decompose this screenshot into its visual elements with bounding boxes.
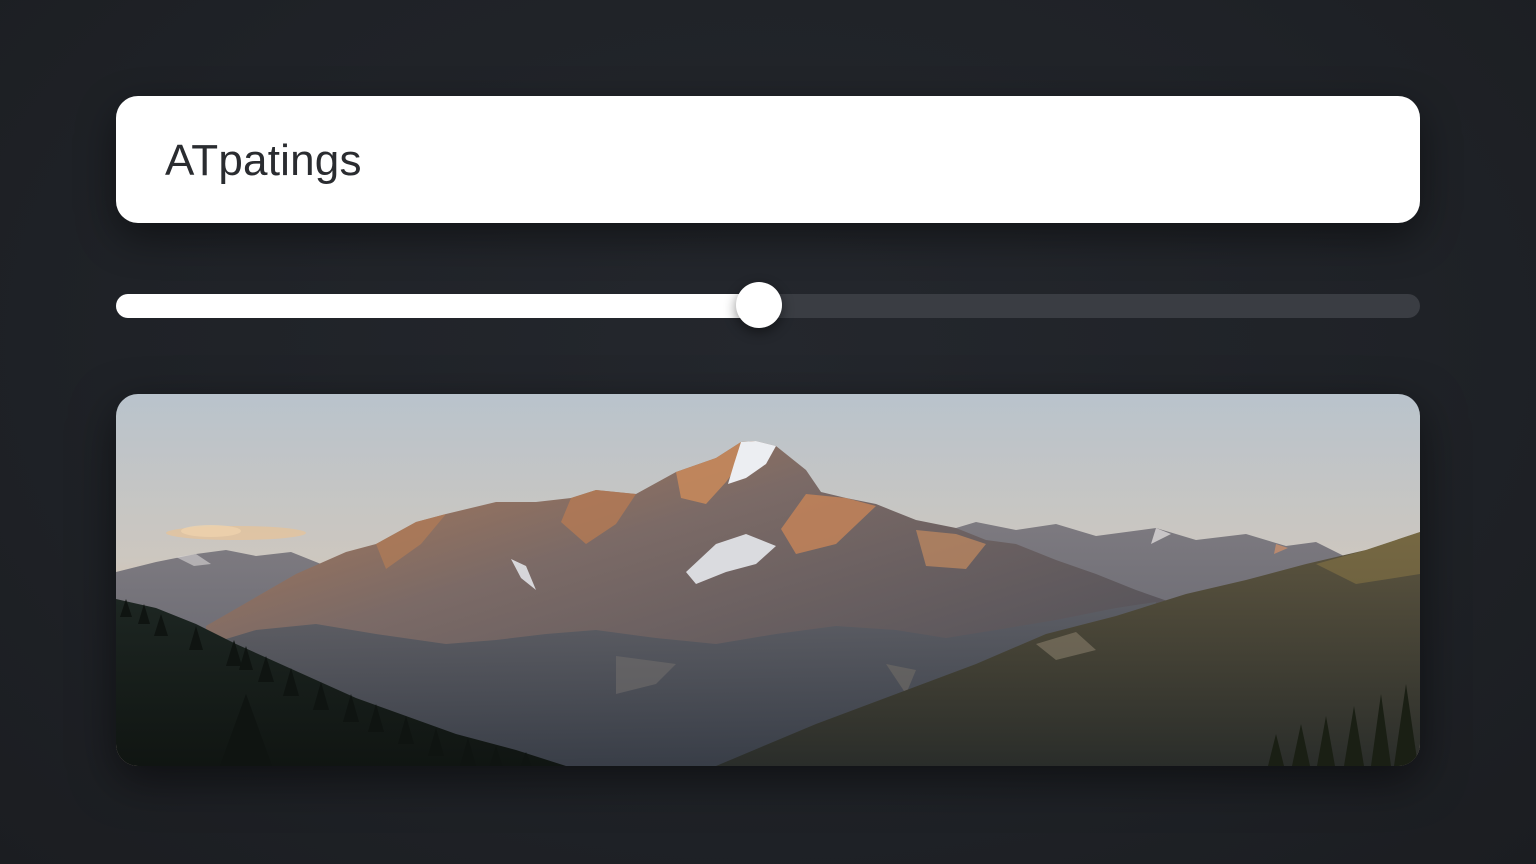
slider-fill — [116, 294, 759, 318]
mountain-photo-card — [116, 394, 1420, 766]
title-card: ATpatings — [116, 96, 1420, 223]
slider[interactable] — [116, 282, 1420, 328]
slider-thumb[interactable] — [735, 282, 782, 328]
title-text: ATpatings — [165, 135, 362, 185]
mountain-landscape-image — [116, 394, 1420, 766]
